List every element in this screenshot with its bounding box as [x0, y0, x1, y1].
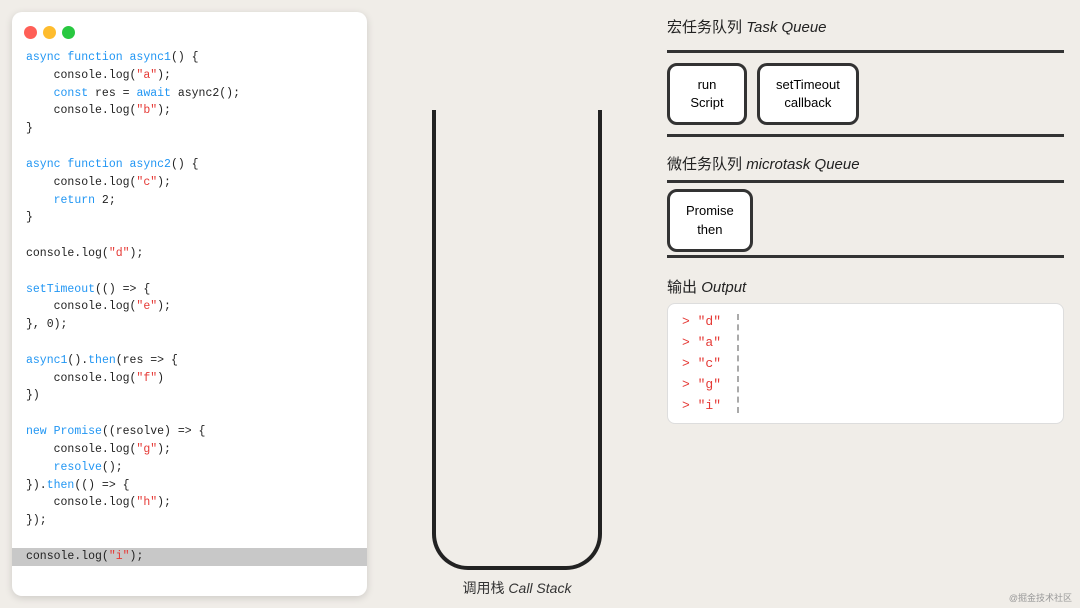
- output-item-c: > "c": [682, 356, 721, 371]
- code-line: [26, 405, 353, 423]
- code-line: console.log("g");: [26, 441, 353, 459]
- output-item-i: > "i": [682, 398, 721, 413]
- output-item-a: > "a": [682, 335, 721, 350]
- callstack-panel: 调用栈 Call Stack: [377, 0, 657, 608]
- minimize-icon[interactable]: [43, 26, 56, 39]
- callstack-title: 调用栈: [463, 580, 505, 596]
- code-line: console.log("e");: [26, 298, 353, 316]
- code-line: }: [26, 120, 353, 138]
- code-line: console.log("h");: [26, 494, 353, 512]
- microtask-queue-item-promise-then: Promisethen: [667, 189, 753, 251]
- code-line: [26, 334, 353, 352]
- code-line: console.log("c");: [26, 174, 353, 192]
- right-panel: 宏任务队列 Task Queue runScript setTimeoutcal…: [657, 0, 1080, 608]
- divider: [667, 134, 1064, 137]
- microtask-queue-items: Promisethen: [667, 189, 1064, 251]
- task-queue-item-run-script: runScript: [667, 63, 747, 125]
- divider: [667, 50, 1064, 53]
- code-line: async function async1() {: [26, 49, 353, 67]
- code-line: async function async2() {: [26, 156, 353, 174]
- code-panel: async function async1() { console.log("a…: [12, 12, 367, 596]
- code-line: new Promise((resolve) => {: [26, 423, 353, 441]
- code-line: console.log("d");: [26, 245, 353, 263]
- task-queue-title: 宏任务队列 Task Queue: [667, 16, 1064, 37]
- output-divider: [737, 314, 739, 413]
- output-item-g: > "g": [682, 377, 721, 392]
- code-line: async1().then(res => {: [26, 352, 353, 370]
- code-line: }).then(() => {: [26, 477, 353, 495]
- output-item-d: > "d": [682, 314, 721, 329]
- output-box: > "d" > "a" > "c" > "g" > "i": [667, 303, 1064, 424]
- task-queue-item-settimeout: setTimeoutcallback: [757, 63, 859, 125]
- callstack-label: 调用栈 Call Stack: [463, 578, 572, 608]
- code-line: console.log("a");: [26, 67, 353, 85]
- code-line: [26, 263, 353, 281]
- divider: [667, 255, 1064, 258]
- code-line: [26, 530, 353, 548]
- code-line: return 2;: [26, 192, 353, 210]
- code-line: }): [26, 387, 353, 405]
- code-line: [26, 227, 353, 245]
- task-queue-items: runScript setTimeoutcallback: [667, 63, 1064, 125]
- output-list: > "d" > "a" > "c" > "g" > "i": [682, 314, 721, 413]
- code-line: }: [26, 209, 353, 227]
- code-line: console.log("b");: [26, 102, 353, 120]
- microtask-queue-section: 微任务队列 microtask Queue Promisethen: [667, 153, 1064, 263]
- callstack-title-italic: Call Stack: [508, 580, 571, 596]
- code-line: console.log("f"): [26, 370, 353, 388]
- watermark: @掘金技术社区: [1009, 591, 1072, 604]
- output-section: 输出 Output > "d" > "a" > "c" > "g" > "i": [667, 276, 1064, 598]
- close-icon[interactable]: [24, 26, 37, 39]
- maximize-icon[interactable]: [62, 26, 75, 39]
- code-line: [26, 138, 353, 156]
- highlighted-code-line: console.log("i");: [12, 548, 367, 566]
- code-line: const res = await async2();: [26, 85, 353, 103]
- code-line: }, 0);: [26, 316, 353, 334]
- divider: [667, 180, 1064, 183]
- traffic-lights: [12, 22, 367, 49]
- code-editor: async function async1() { console.log("a…: [12, 49, 367, 586]
- output-title: 输出 Output: [667, 276, 1064, 297]
- microtask-queue-title: 微任务队列 microtask Queue: [667, 153, 1064, 174]
- call-stack-visual: [432, 110, 602, 570]
- code-line: });: [26, 512, 353, 530]
- code-line: setTimeout(() => {: [26, 281, 353, 299]
- code-line: resolve();: [26, 459, 353, 477]
